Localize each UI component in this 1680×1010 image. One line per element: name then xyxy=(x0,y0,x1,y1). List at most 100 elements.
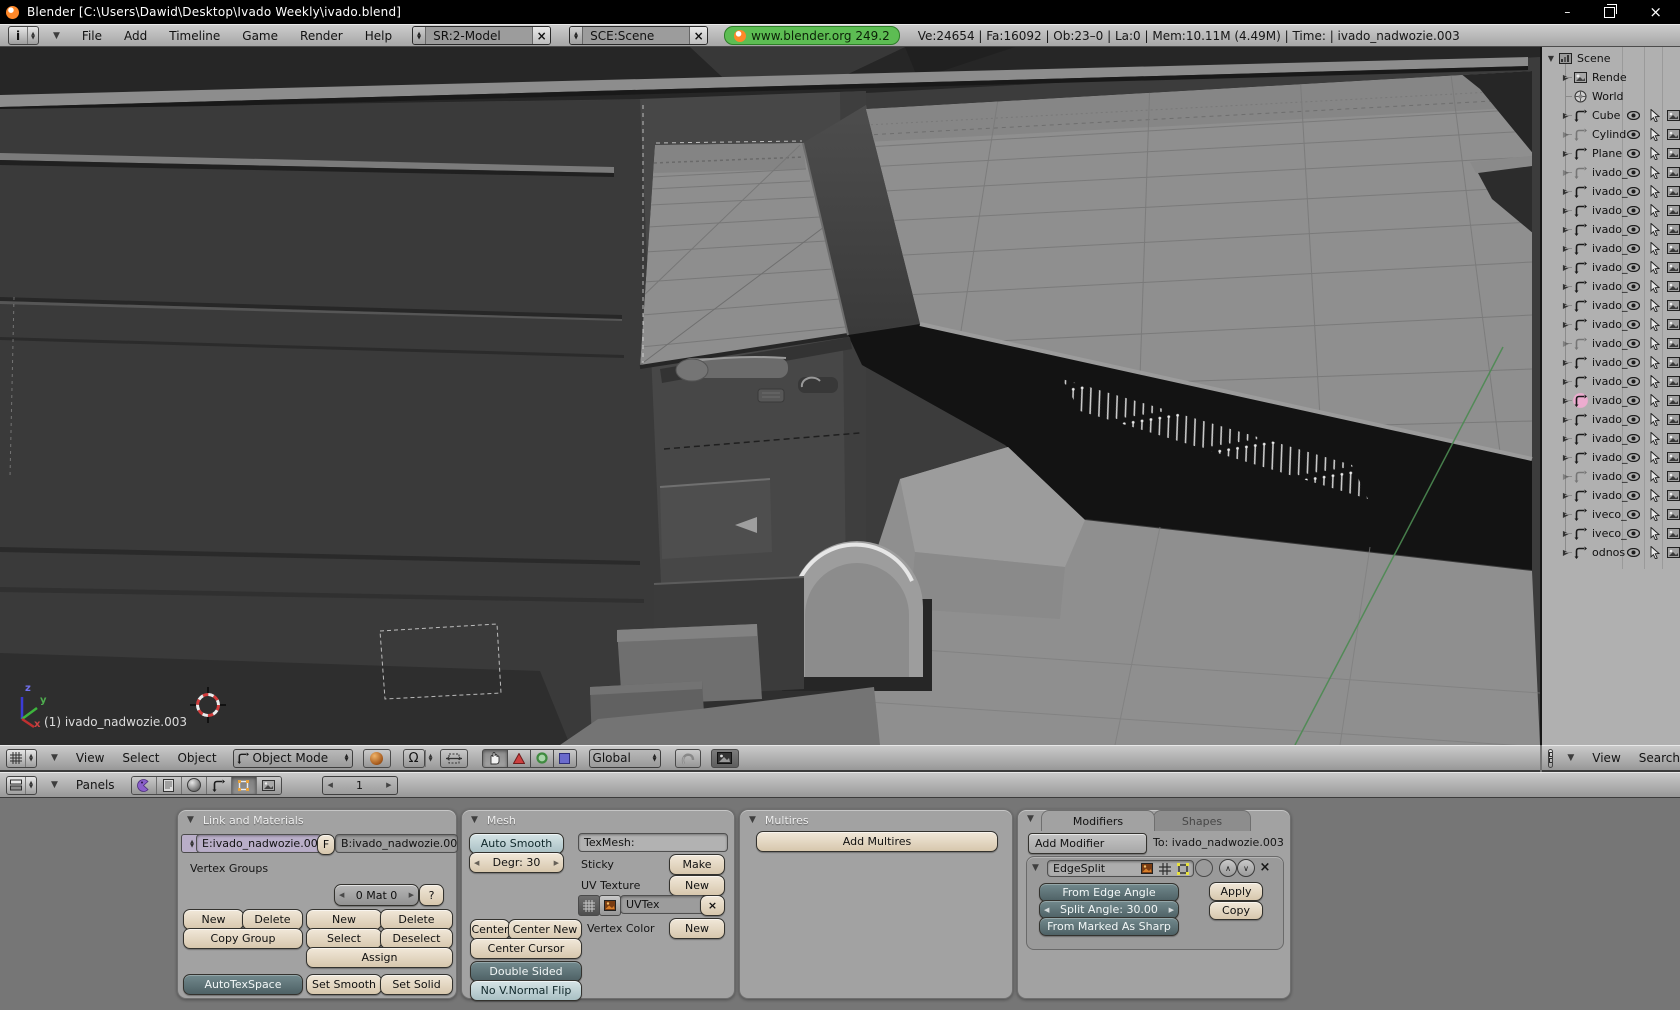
autotexspace-button[interactable]: AutoTexSpace xyxy=(183,974,303,995)
window-type-stepper[interactable]: ▲ ▼ xyxy=(27,27,38,44)
renderable-icon[interactable] xyxy=(1666,241,1680,255)
outliner-row[interactable]: ▼ ▶ iveco_ xyxy=(1542,505,1680,524)
menu-timeline[interactable]: Timeline xyxy=(169,29,220,43)
auto-smooth-button[interactable]: Auto Smooth xyxy=(469,833,564,854)
pivot-stepper[interactable]: ▲ ▼ xyxy=(424,749,436,767)
panel-collapse-icon[interactable]: ▼ xyxy=(1027,814,1034,824)
tab-shapes[interactable]: Shapes xyxy=(1153,810,1251,831)
selectable-cursor-icon[interactable] xyxy=(1648,298,1662,312)
visibility-eye-icon[interactable] xyxy=(1626,241,1640,255)
visibility-eye-icon[interactable] xyxy=(1626,526,1640,540)
visibility-eye-icon[interactable] xyxy=(1626,336,1640,350)
outliner-row[interactable]: ▼ ▶ odnos xyxy=(1542,543,1680,562)
outliner-row[interactable]: ▼ ▶ ivado_ xyxy=(1542,486,1680,505)
context-object-button[interactable] xyxy=(205,776,231,794)
selectable-cursor-icon[interactable] xyxy=(1648,279,1662,293)
mode-dropdown[interactable]: Object Mode ▲ ▼ xyxy=(232,748,353,768)
vertex-color-new-button[interactable]: New xyxy=(669,918,725,939)
panel-header[interactable]: ▼ Multires xyxy=(740,810,1012,830)
buttons-type-button[interactable]: ▲ ▼ xyxy=(6,775,37,795)
scene-delete-button[interactable]: × xyxy=(689,27,708,44)
visibility-eye-icon[interactable] xyxy=(1626,431,1640,445)
renderable-icon[interactable] xyxy=(1666,412,1680,426)
outliner-row[interactable]: ▼ ▶ ivado_ xyxy=(1542,163,1680,182)
buttons-type-stepper[interactable]: ▲ ▼ xyxy=(25,776,36,794)
modifier-move-up-button[interactable]: ∧ xyxy=(1219,859,1237,877)
renderable-icon[interactable] xyxy=(1666,507,1680,521)
outliner-row[interactable]: ▼ ▶ Scene xyxy=(1542,49,1680,68)
selectable-cursor-icon[interactable] xyxy=(1648,507,1662,521)
visibility-eye-icon[interactable] xyxy=(1626,374,1640,388)
modifier-move-down-button[interactable]: ∨ xyxy=(1237,859,1255,877)
outliner-row[interactable]: ▼ ▶ ivado_ xyxy=(1542,410,1680,429)
uv-image-button[interactable] xyxy=(599,895,621,916)
vgroup-new-button[interactable]: New xyxy=(183,909,244,930)
outliner-row[interactable]: ▼ ▶ Plane xyxy=(1542,144,1680,163)
menu-object[interactable]: Object xyxy=(177,751,216,765)
selectable-cursor-icon[interactable] xyxy=(1648,488,1662,502)
visibility-eye-icon[interactable] xyxy=(1626,412,1640,426)
renderable-icon[interactable] xyxy=(1666,298,1680,312)
uv-grid-button[interactable] xyxy=(578,895,600,916)
visibility-eye-icon[interactable] xyxy=(1626,203,1640,217)
scene-name[interactable]: SCE:Scene xyxy=(583,27,690,44)
panels-menu[interactable]: Panels xyxy=(76,778,115,792)
selectable-cursor-icon[interactable] xyxy=(1648,545,1662,559)
context-shading-button[interactable] xyxy=(180,776,206,794)
renderable-icon[interactable] xyxy=(1666,469,1680,483)
outliner-row[interactable]: ▼ ▶ World xyxy=(1542,87,1680,106)
menu-help[interactable]: Help xyxy=(365,29,392,43)
outliner-row[interactable]: ▼ ▶ ivado_ xyxy=(1542,372,1680,391)
manipulator-translate-button[interactable] xyxy=(481,748,508,768)
visibility-eye-icon[interactable] xyxy=(1626,488,1640,502)
assign-button[interactable]: Assign xyxy=(306,947,453,968)
outliner-row[interactable]: ▼ ▶ Rende xyxy=(1542,68,1680,87)
transform-manipulator-button[interactable] xyxy=(439,748,468,768)
renderable-icon[interactable] xyxy=(1666,203,1680,217)
uvtex-delete-button[interactable]: × xyxy=(700,895,725,916)
texmesh-field[interactable]: TexMesh: xyxy=(578,833,728,852)
menu-view[interactable]: View xyxy=(76,751,104,765)
center-cursor-button[interactable]: Center Cursor xyxy=(470,938,582,959)
selectable-cursor-icon[interactable] xyxy=(1648,431,1662,445)
material-help-button[interactable]: ? xyxy=(419,884,444,906)
split-angle-next-icon[interactable]: ▶ xyxy=(1169,906,1174,914)
selectable-cursor-icon[interactable] xyxy=(1648,336,1662,350)
menu-game[interactable]: Game xyxy=(242,29,278,43)
frame-number-stepper[interactable]: ◀ 1 ▶ xyxy=(321,775,398,795)
outliner-row[interactable]: ▼ ▶ ivado_ xyxy=(1542,334,1680,353)
renderable-icon[interactable] xyxy=(1666,393,1680,407)
outliner-row[interactable]: ▼ ▶ ivado_ xyxy=(1542,448,1680,467)
sticky-make-button[interactable]: Make xyxy=(669,854,725,875)
selectable-cursor-icon[interactable] xyxy=(1648,203,1662,217)
close-button[interactable]: × xyxy=(1649,3,1662,21)
visibility-eye-icon[interactable] xyxy=(1626,127,1640,141)
center-new-button[interactable]: Center New xyxy=(508,919,582,940)
selectable-cursor-icon[interactable] xyxy=(1648,165,1662,179)
viewport-type-stepper[interactable]: ▲ ▼ xyxy=(25,749,36,767)
copy-button[interactable]: Copy xyxy=(1209,901,1263,920)
mesh-name-field[interactable]: E:ivado_nadwozie.004 xyxy=(196,834,322,853)
renderable-icon[interactable] xyxy=(1666,488,1680,502)
outliner-row[interactable]: ▼ ▶ ivado_ xyxy=(1542,315,1680,334)
visibility-eye-icon[interactable] xyxy=(1626,260,1640,274)
screen-delete-button[interactable]: × xyxy=(532,27,551,44)
renderable-icon[interactable] xyxy=(1666,184,1680,198)
header-collapse-icon[interactable]: ▼ xyxy=(1567,753,1574,763)
context-scene-button[interactable] xyxy=(255,776,281,794)
selectable-cursor-icon[interactable] xyxy=(1648,374,1662,388)
orientation-stepper[interactable]: ▲ ▼ xyxy=(653,754,657,763)
draw-type-button[interactable] xyxy=(362,748,391,768)
modifier-display-icon[interactable] xyxy=(1177,863,1189,876)
visibility-eye-icon[interactable] xyxy=(1626,450,1640,464)
minimize-button[interactable]: – xyxy=(1564,5,1570,19)
renderable-icon[interactable] xyxy=(1666,127,1680,141)
degrees-stepper[interactable]: ◀ Degr: 30 ▶ xyxy=(469,852,564,873)
uv-texture-new-button[interactable]: New xyxy=(669,875,725,896)
visibility-eye-icon[interactable] xyxy=(1626,279,1640,293)
select-button[interactable]: Select xyxy=(306,928,382,949)
menu-add[interactable]: Add xyxy=(124,29,147,43)
outliner-menu-view[interactable]: View xyxy=(1592,751,1620,765)
snap-button[interactable] xyxy=(674,748,701,768)
outliner-row[interactable]: ▼ ▶ ivado_ xyxy=(1542,258,1680,277)
